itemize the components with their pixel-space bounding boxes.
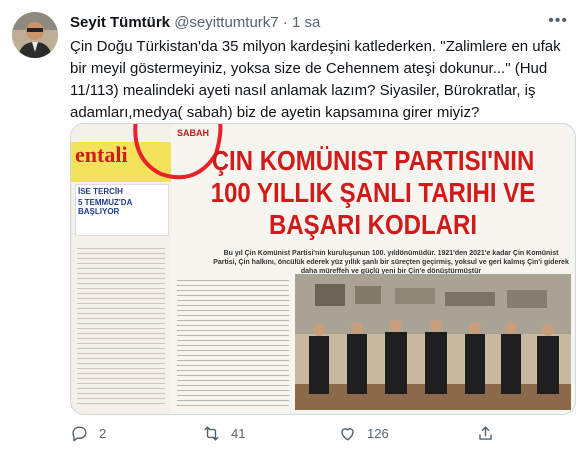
headline-line-2: 100 YILLIK ŞANLI TARIHI VE: [210, 177, 536, 209]
headline-line-1: ÇIN KOMÜNIST PARTISI'NIN: [211, 145, 535, 177]
author-handle[interactable]: @seyittumturk7: [174, 14, 278, 31]
reply-count: 2: [99, 426, 107, 441]
headline-line-3: BAŞARI KODLARI: [269, 209, 477, 241]
retweet-button[interactable]: 41: [202, 424, 245, 443]
retweet-icon: [204, 426, 219, 441]
like-button[interactable]: 126: [338, 424, 389, 443]
timestamp[interactable]: 1 sa: [292, 14, 320, 31]
reply-button[interactable]: 2: [70, 424, 106, 443]
tweet-header: Seyit Tümtürk @seyittumturk7 · 1 sa: [70, 14, 320, 31]
avatar-image: [12, 12, 58, 58]
tweet-actions: 2 41 126: [70, 424, 570, 448]
article-photo: [295, 274, 571, 410]
more-options-icon[interactable]: •••: [548, 12, 568, 30]
like-count: 126: [367, 426, 389, 441]
side-line-3: BAŞLIYOR: [78, 207, 120, 216]
tweet-text: Çin Doğu Türkistan'da 35 milyon kardeşin…: [70, 38, 561, 121]
tweet[interactable]: Seyit Tümtürk @seyittumturk7 · 1 sa ••• …: [0, 0, 586, 457]
separator: ·: [282, 14, 288, 31]
heart-icon: [341, 428, 354, 441]
article-body-text: [177, 276, 289, 408]
article-intro: Bu yıl Çin Komünist Partisi'nin kuruluşu…: [213, 250, 569, 275]
share-button[interactable]: [476, 424, 495, 443]
retweet-count: 41: [231, 426, 246, 441]
tweet-media[interactable]: entali İSE TERCİH 5 TEMMUZ'DA BAŞLIYOR S…: [70, 123, 576, 415]
side-body-text: [77, 244, 165, 404]
magazine-page: SABAH ÇIN KOMÜNIST PARTISI'NIN 100 YILLI…: [133, 124, 575, 414]
author-name[interactable]: Seyit Tümtürk: [70, 14, 170, 31]
reply-icon: [72, 426, 87, 442]
share-icon: [479, 426, 492, 440]
avatar[interactable]: [12, 12, 58, 58]
side-line-2: 5 TEMMUZ'DA: [78, 198, 133, 207]
